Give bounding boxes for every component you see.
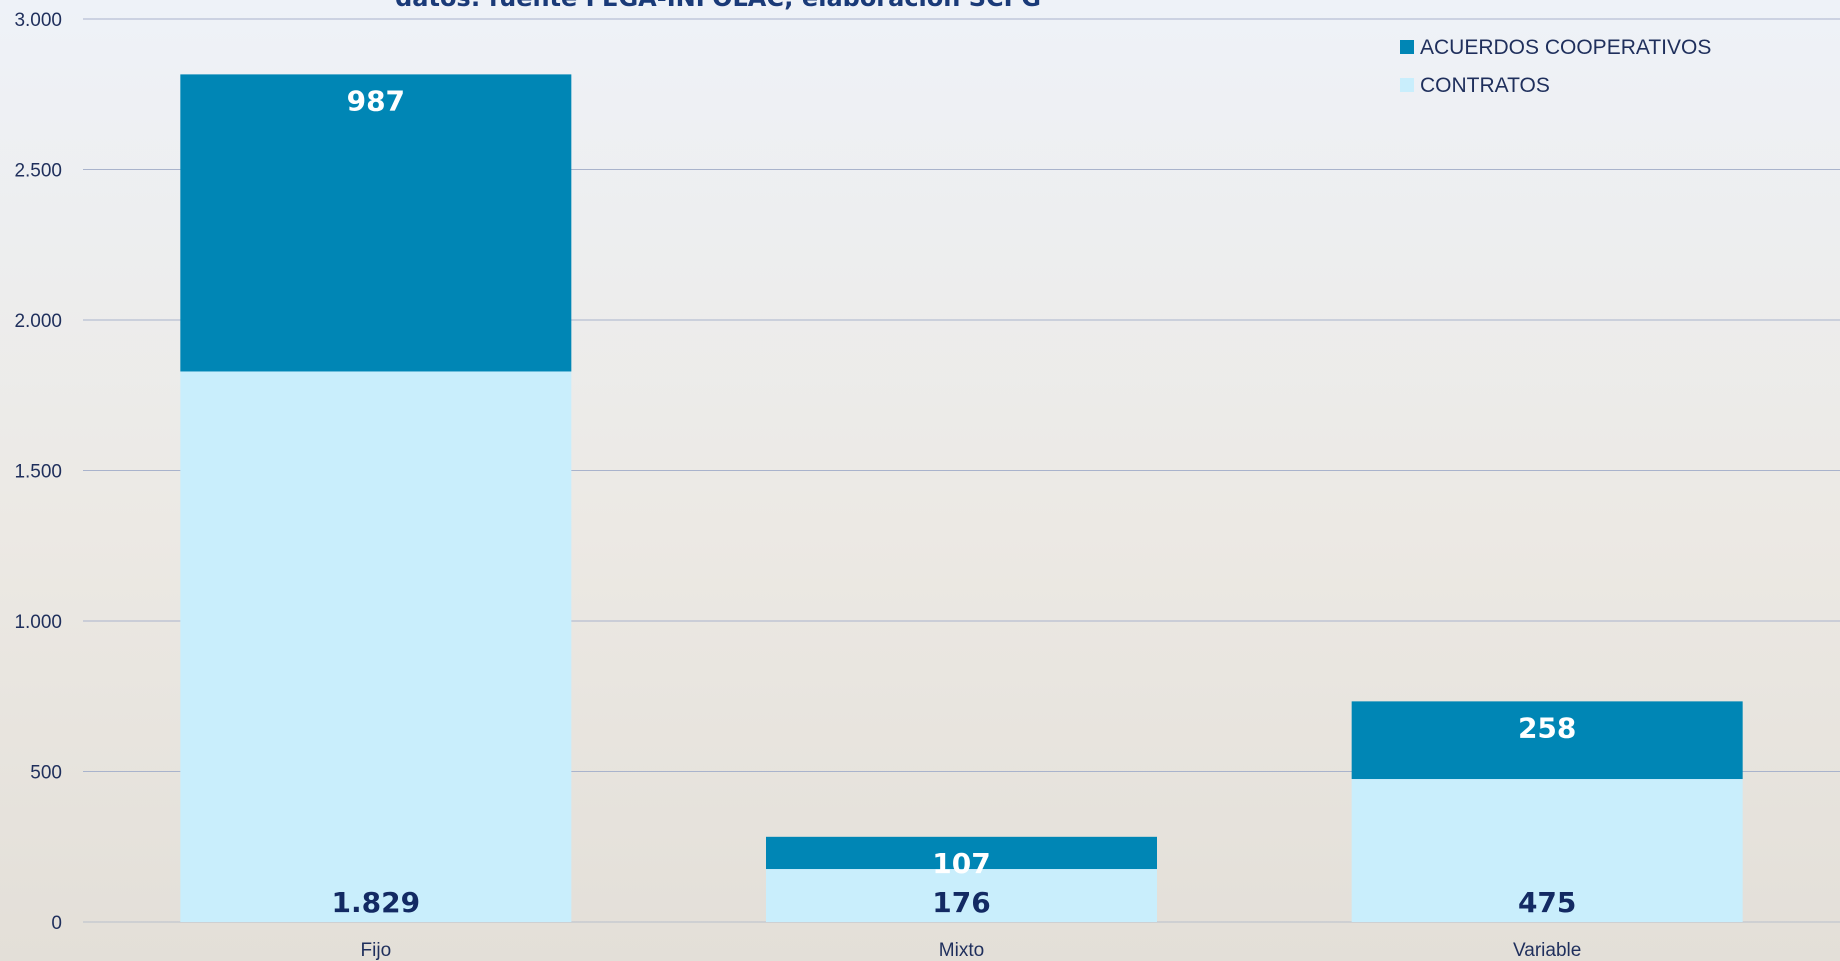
bars: [180, 74, 1743, 922]
legend-swatch: [1400, 40, 1414, 54]
bar-contratos: [180, 371, 572, 922]
data-label-contratos: 1.829: [332, 886, 421, 919]
legend-swatch: [1400, 78, 1414, 92]
y-tick-label: 0: [51, 913, 62, 934]
data-label-acuerdos-cooperativos: 987: [347, 84, 405, 117]
bar-acuerdos-cooperativos: [180, 74, 572, 372]
chart-container: 0 500 1.000 1.500 2.000 2.500 3.000 1.829 987 Fij…: [0, 0, 1840, 961]
y-tick-label: 500: [30, 763, 62, 784]
data-label-acuerdos-cooperativos: 107: [932, 847, 990, 880]
y-tick-label: 3.000: [14, 10, 62, 31]
y-tick-label: 2.500: [14, 161, 62, 182]
y-tick-label: 1.500: [14, 462, 62, 483]
stacked-bar-chart: 0 500 1.000 1.500 2.000 2.500 3.000 1.829 987 Fij…: [14, 0, 1840, 961]
data-label-acuerdos-cooperativos: 258: [1518, 711, 1576, 744]
data-label-contratos: 475: [1518, 886, 1576, 919]
y-tick-label: 1.000: [14, 612, 62, 633]
legend-label: ACUERDOS COOPERATIVOS: [1420, 36, 1711, 59]
legend: ACUERDOS COOPERATIVOS CONTRATOS: [1400, 36, 1711, 97]
y-tick-label: 2.000: [14, 311, 62, 332]
chart-subtitle: datos: fuente FEGA-INFOLAC; elaboración …: [395, 0, 1041, 12]
legend-label: CONTRATOS: [1420, 74, 1550, 97]
x-tick-label: Variable: [1513, 940, 1581, 961]
x-tick-label: Mixto: [939, 940, 984, 961]
data-label-contratos: 176: [932, 886, 990, 919]
x-tick-label: Fijo: [361, 940, 392, 961]
